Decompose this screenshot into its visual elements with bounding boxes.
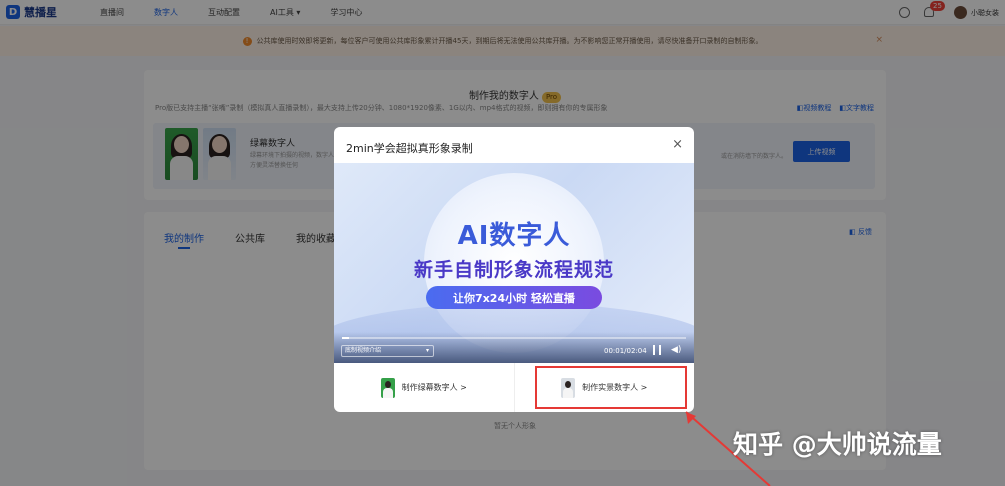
annotation-arrow xyxy=(685,411,771,486)
watermark: 知乎 @大帅说流量 xyxy=(733,430,942,459)
